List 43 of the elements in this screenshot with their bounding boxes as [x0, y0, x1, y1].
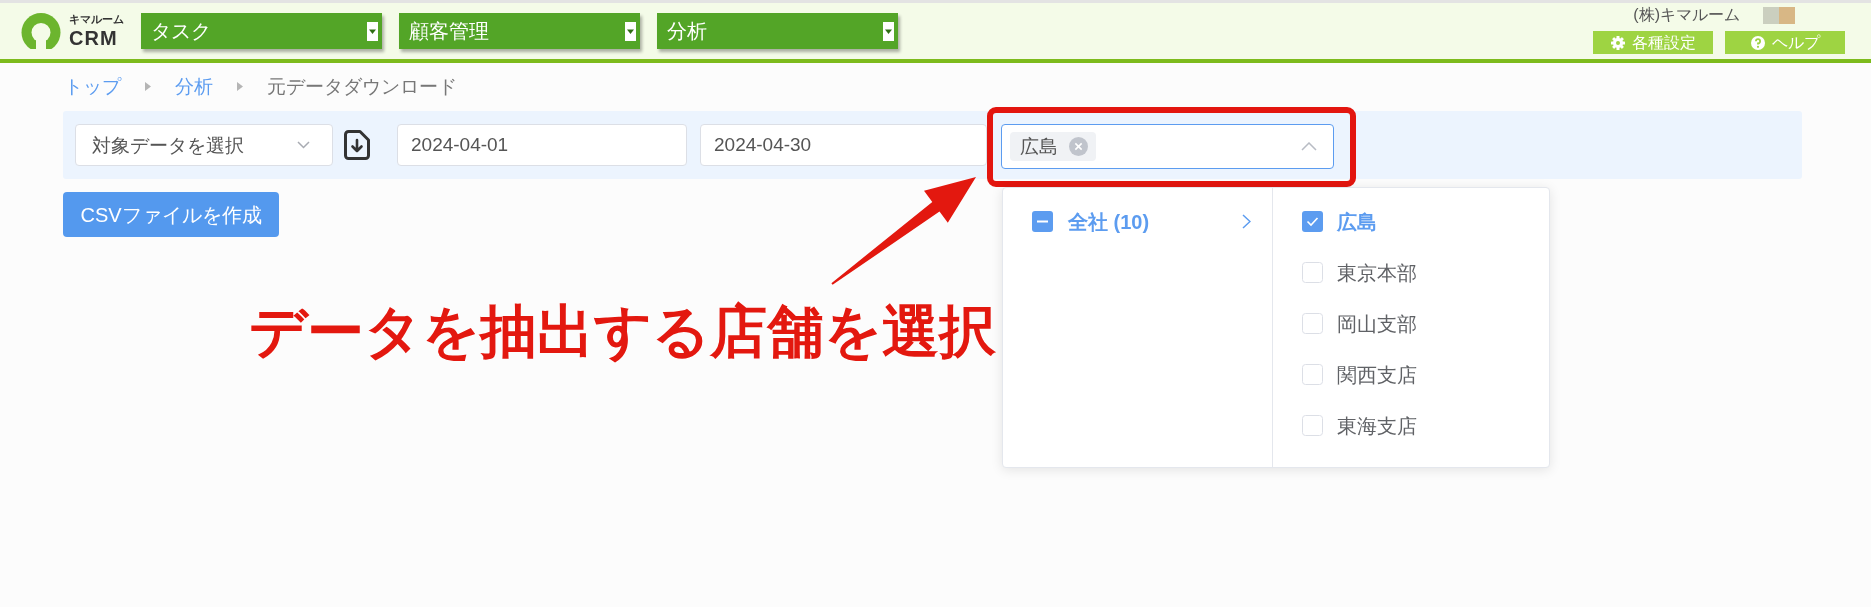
checkbox[interactable]	[1302, 415, 1323, 436]
csv-create-button[interactable]: CSVファイルを作成	[63, 192, 279, 237]
data-select[interactable]: 対象データを選択	[75, 124, 333, 166]
indeterminate-checkbox[interactable]	[1032, 211, 1053, 232]
breadcrumb-link[interactable]: トップ	[64, 76, 121, 96]
company-name: (株)キマルーム	[1633, 5, 1740, 25]
checkbox[interactable]	[1302, 262, 1323, 283]
nav-menu[interactable]: タスク	[141, 13, 382, 49]
checkbox[interactable]	[1302, 211, 1323, 232]
download-file-icon[interactable]	[344, 130, 370, 160]
caret-down-icon	[367, 21, 378, 41]
caret-right-icon	[237, 81, 243, 91]
date-input[interactable]: 2024-04-30	[700, 124, 987, 166]
logo-text: CRM	[69, 28, 119, 48]
logo-caption: キマルーム	[69, 14, 124, 25]
date-input[interactable]: 2024-04-01	[397, 124, 687, 166]
nav-menu[interactable]: 分析	[657, 13, 898, 49]
question-circle-icon	[1750, 35, 1765, 50]
store-option[interactable]: 広島	[1337, 211, 1377, 232]
store-option[interactable]: 東海支店	[1337, 415, 1417, 436]
store-option[interactable]: 岡山支部	[1337, 313, 1417, 334]
caret-down-icon	[625, 21, 636, 41]
close-circle-icon[interactable]	[1069, 137, 1088, 156]
caret-right-icon	[145, 81, 151, 91]
nav-menu[interactable]: 顧客管理	[399, 13, 640, 49]
ring-logo-icon	[21, 13, 61, 49]
settings-button[interactable]: 各種設定	[1593, 31, 1713, 54]
annotation-text: データを抽出する店舗を選択	[249, 300, 996, 363]
store-option[interactable]: 東京本部	[1337, 262, 1417, 283]
breadcrumb-current: 元データダウンロード	[267, 76, 457, 96]
caret-down-icon	[883, 21, 894, 41]
gear-icon	[1610, 35, 1625, 50]
checkbox[interactable]	[1302, 313, 1323, 334]
store-select[interactable]: 広島	[1001, 124, 1334, 169]
breadcrumb-link[interactable]: 分析	[175, 76, 213, 96]
group-option[interactable]: 全社 (10)	[1068, 211, 1150, 232]
checkbox[interactable]	[1302, 364, 1323, 385]
avatar-placeholder	[1763, 6, 1795, 24]
store-option[interactable]: 関西支店	[1337, 364, 1417, 385]
chevron-right-icon	[1242, 214, 1251, 229]
tag-label: 広島	[1020, 137, 1058, 156]
help-button[interactable]: ヘルプ	[1725, 31, 1845, 54]
chevron-down-icon	[297, 141, 310, 149]
